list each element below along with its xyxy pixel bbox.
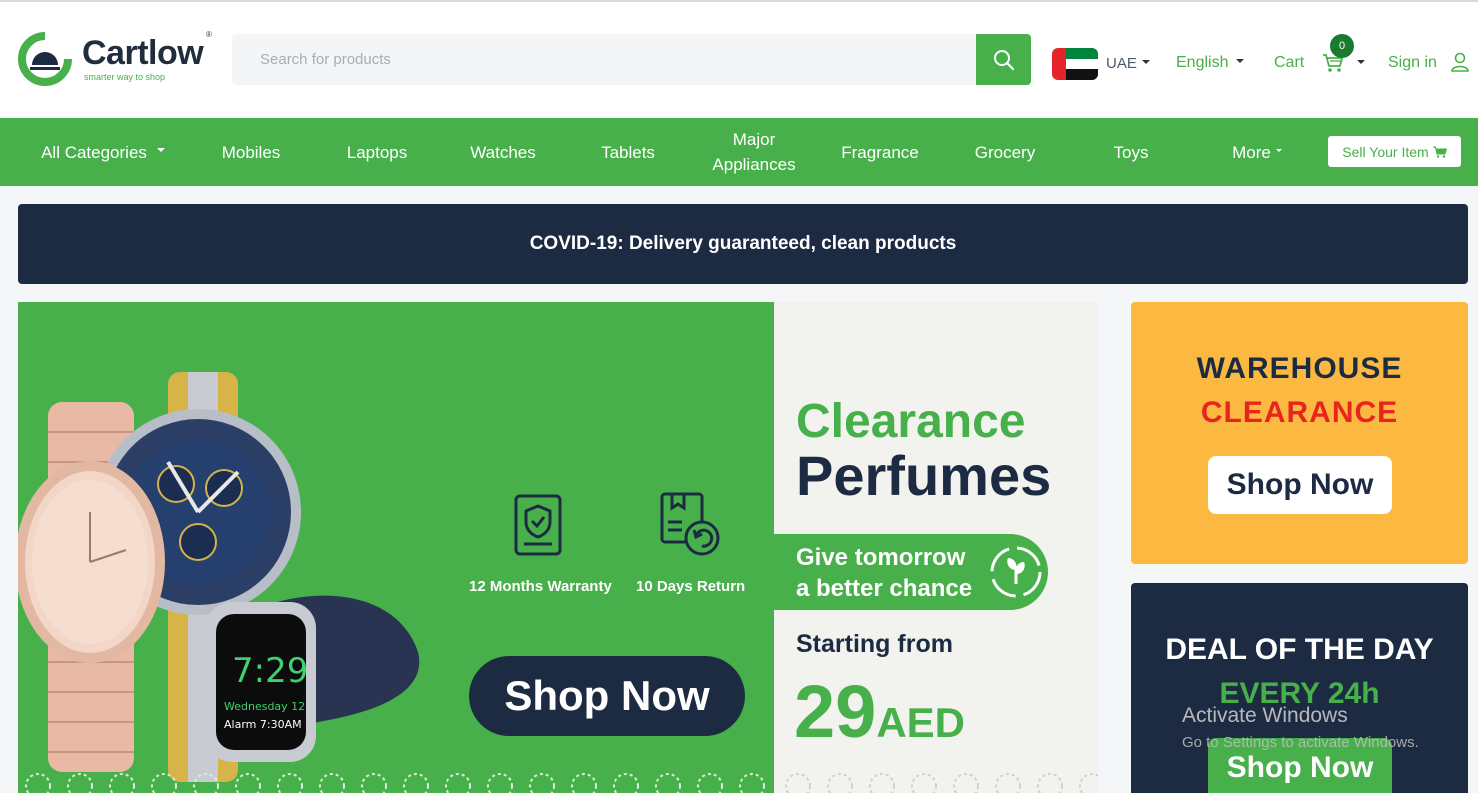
tagline-text: Give tomorrow a better chance (796, 542, 972, 604)
chevron-down-icon (1275, 148, 1282, 152)
chevron-down-icon (1141, 60, 1150, 65)
watch-date: Wednesday 12 (224, 700, 305, 713)
hero-right-panel: Clearance Perfumes Give tomorrow a bette… (774, 302, 1098, 793)
cart-icon (1432, 146, 1447, 158)
price-value: 29AED (794, 672, 965, 763)
nav-tablets[interactable]: Tablets (573, 118, 683, 186)
search-icon (993, 49, 1014, 70)
cartlow-logo[interactable]: Cartlow ® smarter way to shop (18, 30, 218, 90)
covid-notice-bar: COVID-19: Delivery guaranteed, clean pro… (18, 204, 1468, 284)
tagline-line-2: a better chance (796, 575, 973, 602)
language-selector[interactable]: English (1176, 54, 1245, 72)
logo-registered-mark: ® (206, 30, 212, 39)
chevron-down-icon (156, 148, 165, 152)
nav-grocery[interactable]: Grocery (950, 118, 1060, 186)
feature-return-label: 10 Days Return (636, 578, 746, 595)
sustainability-tagline-pill: Give tomorrow a better chance (774, 534, 1048, 610)
shield-icon (514, 494, 562, 556)
search-bar (232, 34, 1031, 85)
uae-flag-icon[interactable] (1052, 48, 1098, 80)
tagline-line-1: Give tomorrow (796, 544, 966, 571)
nav-more[interactable]: More (1202, 118, 1312, 186)
country-label: UAE (1106, 55, 1137, 72)
activate-windows-watermark: Activate Windows (1182, 704, 1348, 727)
chevron-down-icon (1236, 58, 1245, 63)
sell-label: Sell Your Item (1342, 143, 1429, 160)
hero-shop-now-button[interactable]: Shop Now (469, 656, 745, 736)
chevron-down-icon[interactable] (1357, 60, 1365, 64)
country-selector[interactable]: UAE (1106, 55, 1150, 72)
logo-mark-icon (18, 32, 72, 86)
category-nav: All Categories Mobiles Laptops Watches T… (0, 118, 1478, 186)
warehouse-heading: WAREHOUSE (1196, 352, 1403, 385)
deal-heading: DEAL OF THE DAY (1165, 633, 1434, 666)
warehouse-shop-now-button[interactable]: Shop Now (1208, 456, 1392, 514)
cart-link[interactable]: Cart (1274, 54, 1304, 72)
perfumes-heading: Perfumes (796, 444, 1052, 507)
nav-mobiles[interactable]: Mobiles (196, 118, 306, 186)
recycle-leaf-icon (990, 546, 1042, 598)
deal-of-the-day-banner[interactable]: DEAL OF THE DAY EVERY 24h Shop Now (1131, 583, 1468, 793)
logo-wordmark: Cartlow (82, 34, 204, 72)
starting-from-label: Starting from (796, 630, 953, 658)
nav-label: All Categories (41, 142, 147, 162)
search-input[interactable] (232, 34, 976, 85)
warehouse-clearance-banner[interactable]: WAREHOUSE CLEARANCE Shop Now (1131, 302, 1468, 564)
decorative-pattern (25, 773, 1098, 793)
clearance-heading: Clearance (796, 395, 1026, 448)
nav-watches[interactable]: Watches (448, 118, 558, 186)
sell-your-item-button[interactable]: Sell Your Item (1328, 136, 1461, 167)
search-button[interactable] (976, 34, 1031, 85)
hero-left-panel: 7:29 Wednesday 12 Alarm 7:30AM 12 Months… (18, 302, 774, 793)
nav-label: More (1232, 142, 1271, 162)
nav-toys[interactable]: Toys (1076, 118, 1186, 186)
price-currency: AED (876, 699, 965, 746)
nav-major-appliances[interactable]: Major Appliances (699, 118, 809, 186)
language-label: English (1176, 54, 1229, 71)
watches-image: 7:29 Wednesday 12 Alarm 7:30AM (18, 372, 420, 782)
price-number: 29 (794, 670, 877, 753)
logo-tagline: smarter way to shop (84, 72, 166, 82)
watch-time: 7:29 (232, 651, 308, 691)
site-header: Cartlow ® smarter way to shop UAE Englis… (0, 2, 1478, 118)
return-box-icon (660, 492, 720, 556)
user-icon[interactable] (1450, 52, 1470, 72)
nav-all-categories[interactable]: All Categories (18, 118, 188, 186)
hero-banner[interactable]: 7:29 Wednesday 12 Alarm 7:30AM 12 Months… (18, 302, 1098, 793)
sign-in-link[interactable]: Sign in (1388, 54, 1437, 72)
feature-warranty-label: 12 Months Warranty (469, 578, 612, 595)
nav-fragrance[interactable]: Fragrance (825, 118, 935, 186)
clearance-subheading: CLEARANCE (1200, 396, 1399, 429)
activate-windows-subtext: Go to Settings to activate Windows. (1182, 734, 1419, 751)
cart-count-badge: 0 (1330, 34, 1354, 58)
nav-laptops[interactable]: Laptops (322, 118, 432, 186)
watch-alarm: Alarm 7:30AM (224, 718, 302, 731)
